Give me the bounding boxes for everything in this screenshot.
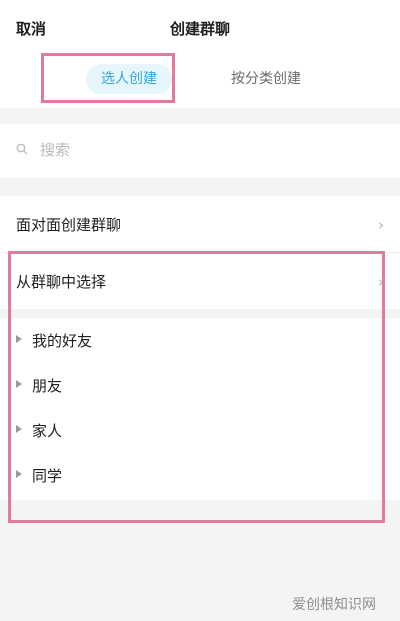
chevron-right-icon: ›: [378, 216, 384, 234]
page-title: 创建群聊: [169, 20, 230, 38]
search-bar[interactable]: 搜索: [0, 124, 400, 178]
search-input[interactable]: 搜索: [40, 139, 70, 160]
face-to-face-label: 面对面创建群聊: [16, 216, 122, 234]
face-to-face-create-row[interactable]: 面对面创建群聊 ›: [0, 196, 400, 252]
tab-by-category[interactable]: 按分类创建: [214, 64, 318, 94]
highlight-box-list: [8, 251, 385, 523]
search-icon: [16, 143, 28, 155]
top-bar: 取消 创建群聊 选人创建 按分类创建: [0, 0, 400, 108]
watermark: 爱创根知识网: [292, 597, 376, 613]
highlight-box-tab: [41, 53, 175, 103]
